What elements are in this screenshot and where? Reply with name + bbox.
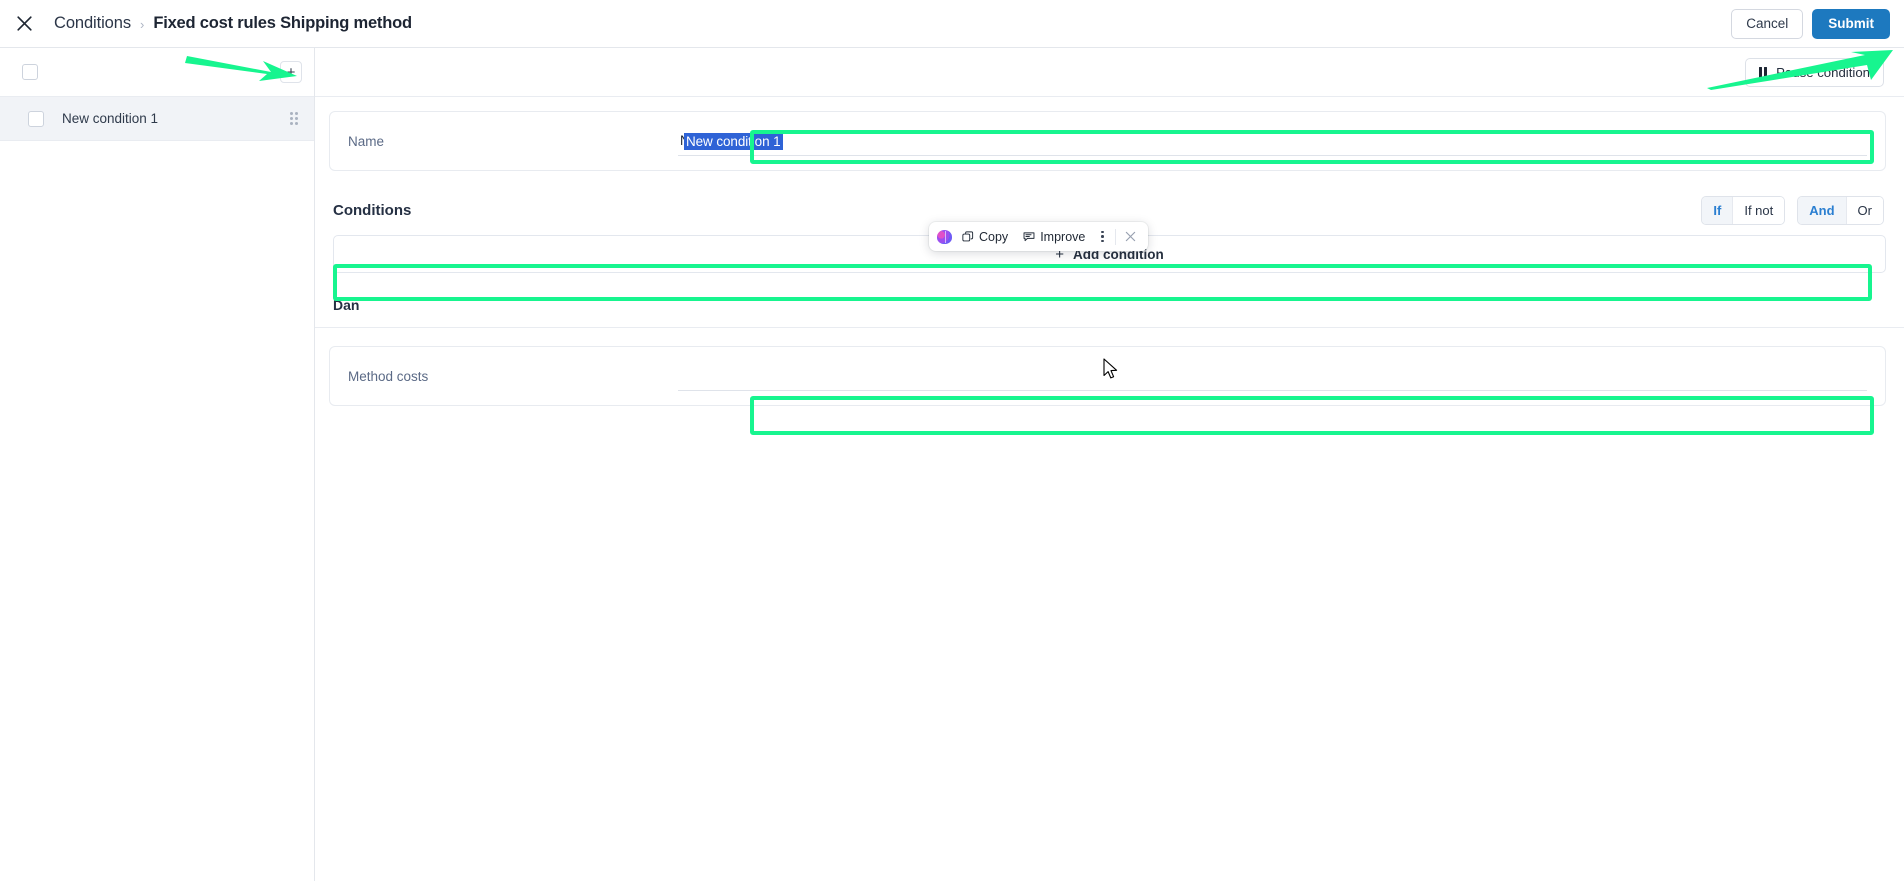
method-costs-input[interactable] <box>678 361 1867 391</box>
ai-copy-label: Copy <box>979 229 1009 244</box>
method-costs-input-wrap <box>678 361 1885 391</box>
name-input[interactable] <box>678 126 1867 156</box>
breadcrumb-root[interactable]: Conditions <box>54 14 131 33</box>
segment-and[interactable]: And <box>1798 196 1846 224</box>
ai-floating-toolbar: Copy Improve <box>929 222 1148 251</box>
segment-if[interactable]: If <box>1702 196 1733 224</box>
segment-join-group: And Or <box>1797 195 1884 225</box>
name-field-row: Name New condition 1 <box>330 112 1885 170</box>
list-item-label: New condition 1 <box>62 111 159 126</box>
segment-if-not[interactable]: If not <box>1732 196 1785 224</box>
ai-brain-icon <box>937 229 952 244</box>
method-costs-label: Method costs <box>348 368 429 384</box>
ai-improve-label: Improve <box>1040 229 1086 244</box>
ai-improve-button[interactable]: Improve <box>1018 226 1090 248</box>
method-costs-card: Method costs <box>329 346 1886 406</box>
sidebar-item-new-condition-1[interactable]: New condition 1 <box>0 97 314 141</box>
pause-icon <box>1758 66 1768 78</box>
name-input-wrap: New condition 1 <box>678 126 1885 156</box>
topbar-actions: Cancel Submit <box>1731 8 1890 39</box>
method-costs-field-row: Method costs <box>330 347 1885 405</box>
improve-icon <box>1023 231 1035 241</box>
select-all-checkbox[interactable] <box>22 64 38 80</box>
page-title: Fixed cost rules Shipping method <box>153 14 412 32</box>
breadcrumb: Conditions › Fixed cost rules Shipping m… <box>54 14 412 33</box>
section-divider <box>315 327 1904 328</box>
kebab-menu-icon[interactable] <box>1095 230 1110 243</box>
submit-button[interactable]: Submit <box>1812 8 1890 39</box>
add-condition-sidebar-button[interactable]: + <box>280 61 302 83</box>
chevron-right-icon: › <box>139 16 145 32</box>
pause-condition-label: Pause condition <box>1776 64 1870 80</box>
section-title-dan: Dan <box>333 297 360 313</box>
copy-icon <box>962 230 974 241</box>
pause-condition-button[interactable]: Pause condition <box>1744 57 1884 87</box>
sidebar-header: + <box>0 48 314 97</box>
main-toolbar: Pause condition <box>315 48 1904 97</box>
conditions-title: Conditions <box>333 201 412 219</box>
row-checkbox[interactable] <box>28 110 44 127</box>
name-field-label: Name <box>348 133 385 149</box>
app-root: Conditions › Fixed cost rules Shipping m… <box>0 0 1904 881</box>
segment-or[interactable]: Or <box>1845 196 1883 224</box>
top-bar: Conditions › Fixed cost rules Shipping m… <box>0 0 1904 48</box>
close-icon[interactable] <box>8 8 40 40</box>
ai-copy-button[interactable]: Copy <box>957 226 1013 248</box>
cancel-button[interactable]: Cancel <box>1731 8 1804 39</box>
drag-handle-icon[interactable] <box>290 112 298 125</box>
main-panel: Pause condition Name New condition 1 Con… <box>315 48 1904 881</box>
ai-toolbar-close-icon[interactable] <box>1121 231 1140 242</box>
name-card: Name New condition 1 <box>329 111 1886 171</box>
segment-if-group: If If not <box>1701 195 1786 225</box>
condition-mode-controls: If If not And Or <box>1701 195 1884 225</box>
sidebar: + New condition 1 <box>0 48 315 881</box>
toolbar-divider <box>1114 228 1116 245</box>
